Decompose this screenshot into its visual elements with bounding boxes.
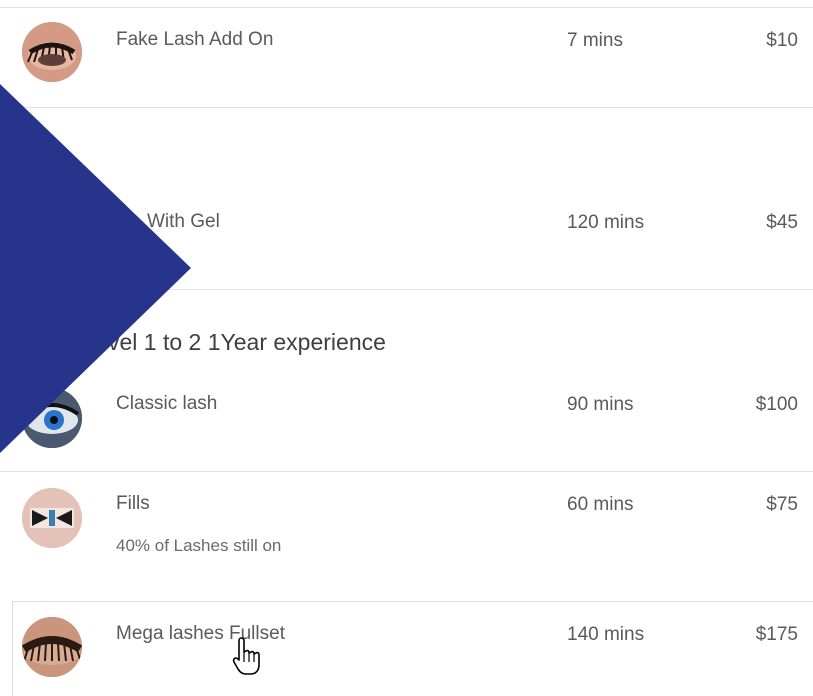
service-name: Fills (116, 493, 150, 514)
service-duration: 90 mins (567, 394, 634, 415)
service-price: $45 (766, 212, 798, 233)
service-name: Classic lash (116, 393, 218, 414)
service-duration: 140 mins (567, 624, 645, 645)
service-name: With Gel (147, 211, 220, 232)
service-duration: 120 mins (567, 212, 645, 233)
service-menu-page: Fake Lash Add On 7 mins $10 With Gel 120… (0, 0, 813, 696)
service-price: $75 (766, 494, 798, 515)
divider (0, 7, 813, 8)
service-name: Fake Lash Add On (116, 29, 274, 50)
service-duration: 60 mins (567, 494, 634, 515)
divider (0, 471, 813, 472)
divider (0, 107, 813, 108)
service-note: 40% of Lashes still on (116, 536, 282, 555)
fills-thumbnail (22, 488, 82, 548)
hand-pointer-icon (232, 637, 260, 675)
divider (0, 289, 813, 290)
service-row-mega-lashes[interactable] (12, 601, 813, 696)
section-heading: vel 1 to 2 1Year experience (108, 329, 386, 355)
service-duration: 7 mins (567, 30, 623, 51)
service-price: $10 (766, 30, 798, 51)
classic-lash-thumbnail (22, 388, 82, 448)
service-price: $175 (755, 624, 798, 645)
fake-lash-thumbnail (22, 22, 82, 82)
service-price: $100 (755, 394, 798, 415)
mega-lashes-thumbnail (22, 617, 82, 677)
